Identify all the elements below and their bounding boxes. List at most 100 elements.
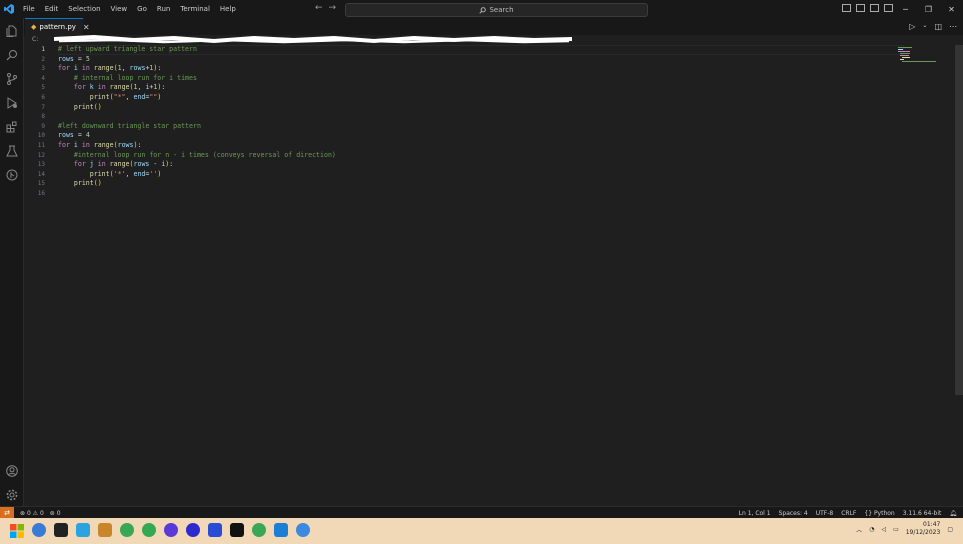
minimap[interactable] — [898, 47, 936, 63]
line-number: 5 — [41, 84, 45, 92]
minimize-icon[interactable]: ─ — [894, 0, 917, 18]
shield-browser-icon[interactable] — [208, 523, 222, 537]
chrome-icon[interactable] — [120, 523, 134, 537]
search-icon[interactable] — [5, 48, 18, 61]
forward-arrow-icon[interactable]: → — [329, 3, 337, 13]
indentation[interactable]: Spaces: 4 — [779, 510, 808, 517]
back-arrow-icon[interactable]: ← — [315, 3, 323, 13]
split-editor-icon[interactable]: ◫ — [934, 22, 942, 31]
source-control-icon[interactable] — [5, 72, 18, 85]
line-number: 6 — [41, 93, 45, 101]
clock[interactable]: 01:47 19/12/2023 — [906, 521, 941, 537]
cursor-position[interactable]: Ln 1, Col 1 — [739, 510, 771, 517]
code-editor[interactable]: 1 2 3 4 5 6 7 8 9 10 11 12 13 14 15 16 #… — [24, 45, 963, 506]
clock-date: 19/12/2023 — [905, 529, 941, 536]
vertical-scrollbar[interactable] — [955, 45, 963, 395]
language-mode[interactable]: {} Python — [864, 510, 894, 517]
line-number: 13 — [37, 161, 45, 169]
notification-center-icon[interactable]: ▢ — [947, 526, 953, 533]
menu-help[interactable]: Help — [215, 5, 241, 13]
customize-layout-icon[interactable] — [884, 4, 893, 12]
run-debug-icon[interactable] — [5, 96, 18, 109]
close-tab-icon[interactable]: ✕ — [83, 23, 90, 32]
notifications-bell-icon[interactable]: 🔔︎ — [949, 510, 957, 517]
code-line[interactable]: print("*", end="") — [58, 93, 336, 103]
menu-view[interactable]: View — [106, 5, 133, 13]
breadcrumb-path[interactable]: C: — [32, 36, 38, 43]
line-number: 14 — [37, 170, 45, 178]
code-line[interactable]: for k in range(1, i+1): — [58, 83, 336, 93]
line-number: 16 — [37, 189, 45, 197]
git-graph-icon[interactable] — [5, 168, 18, 181]
menu-edit[interactable]: Edit — [40, 5, 64, 13]
testing-icon[interactable] — [5, 144, 18, 157]
code-line[interactable]: #left downward triangle star pattern — [58, 122, 336, 132]
problems-indicator[interactable]: ⊗ 0 ⚠ 0 — [20, 510, 44, 517]
code-line[interactable] — [58, 112, 336, 122]
menu-bar: File Edit Selection View Go Run Terminal… — [18, 5, 241, 13]
code-line[interactable]: print() — [58, 103, 336, 113]
edge-icon[interactable] — [142, 523, 156, 537]
volume-icon[interactable]: ◁ — [881, 526, 886, 533]
account-icon[interactable] — [5, 464, 18, 477]
code-line[interactable] — [58, 189, 336, 199]
end-of-line[interactable]: CRLF — [841, 510, 856, 517]
line-number: 9 — [41, 122, 45, 130]
toggle-primary-sidebar-icon[interactable] — [842, 4, 851, 12]
start-button-icon[interactable] — [10, 523, 24, 538]
run-dropdown-chevron-icon[interactable]: ⌄ — [922, 22, 927, 31]
menu-run[interactable]: Run — [152, 5, 175, 13]
code-line[interactable]: for i in range(1, rows+1): — [58, 64, 336, 74]
extensions-icon[interactable] — [5, 120, 18, 133]
widgets-icon[interactable] — [32, 523, 46, 537]
file-explorer-icon[interactable] — [76, 523, 90, 537]
windows-taskbar: ︿ ◔ ◁ ▭ 01:47 19/12/2023 ▢ — [0, 518, 963, 544]
settings-gear-icon[interactable] — [5, 488, 18, 501]
vscode-taskbar-icon[interactable] — [274, 523, 288, 537]
code-line[interactable]: print() — [58, 179, 336, 189]
line-number: 15 — [37, 180, 45, 188]
code-line[interactable]: # left upward triangle star pattern — [58, 45, 336, 55]
mail-icon[interactable] — [98, 523, 112, 537]
python-file-icon: ◆ — [31, 23, 37, 31]
line-number-gutter: 1 2 3 4 5 6 7 8 9 10 11 12 13 14 15 16 — [24, 45, 48, 199]
file-encoding[interactable]: UTF-8 — [816, 510, 834, 517]
explorer-icon[interactable] — [5, 24, 18, 37]
tab-pattern-py[interactable]: ◆ pattern.py ✕ — [25, 18, 90, 35]
run-python-file-icon[interactable]: ▷ — [909, 22, 915, 31]
code-line[interactable]: rows = 4 — [58, 131, 336, 141]
wifi-icon[interactable]: ◔ — [869, 526, 874, 533]
tray-overflow-chevron-icon[interactable]: ︿ — [856, 525, 862, 534]
menu-file[interactable]: File — [18, 5, 40, 13]
opera-icon[interactable] — [186, 523, 200, 537]
toggle-secondary-sidebar-icon[interactable] — [870, 4, 879, 12]
code-line[interactable]: #internal loop run for n - i times (conv… — [58, 151, 336, 161]
python-interpreter[interactable]: 3.11.6 64-bit — [903, 510, 942, 517]
code-line[interactable]: rows = 5 — [58, 55, 336, 65]
toggle-panel-icon[interactable] — [856, 4, 865, 12]
battery-icon[interactable]: ▭ — [893, 526, 899, 533]
close-window-icon[interactable]: ✕ — [940, 0, 963, 18]
ports-indicator[interactable]: ⊚ 0 — [50, 510, 61, 517]
ports-count: 0 — [56, 509, 61, 517]
chrome-profile-icon[interactable] — [252, 523, 266, 537]
python-app-icon[interactable] — [296, 523, 310, 537]
window-controls: ─ ❐ ✕ — [894, 0, 963, 18]
more-actions-icon[interactable]: ⋯ — [949, 22, 957, 31]
menu-terminal[interactable]: Terminal — [175, 5, 215, 13]
firefox-icon[interactable] — [164, 523, 178, 537]
code-line[interactable]: # internal loop run for i times — [58, 74, 336, 84]
warning-count: 0 — [39, 509, 44, 517]
terminal-app-icon[interactable] — [54, 523, 68, 537]
code-lines[interactable]: # left upward triangle star pattern rows … — [58, 45, 336, 199]
menu-selection[interactable]: Selection — [63, 5, 105, 13]
code-line[interactable]: for i in range(rows): — [58, 141, 336, 151]
code-line[interactable]: for j in range(rows - i): — [58, 160, 336, 170]
github-icon[interactable] — [230, 523, 244, 537]
line-number: 10 — [37, 132, 45, 140]
command-center-search[interactable]: Search — [345, 3, 648, 17]
restore-icon[interactable]: ❐ — [917, 0, 940, 18]
status-left: ⊗ 0 ⚠ 0 ⊚ 0 — [20, 510, 61, 517]
code-line[interactable]: print('*', end='') — [58, 170, 336, 180]
menu-go[interactable]: Go — [132, 5, 152, 13]
